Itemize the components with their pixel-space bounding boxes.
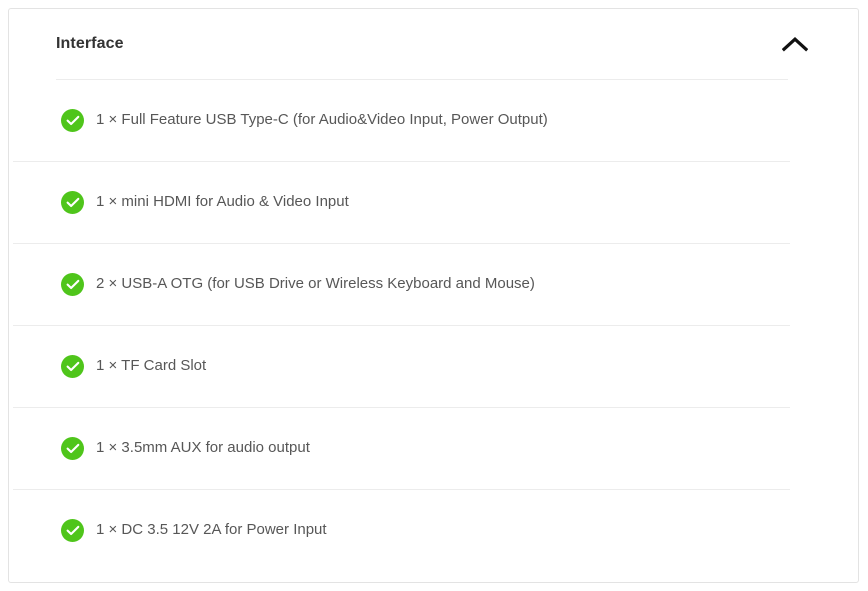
- list-item-label: 1 × DC 3.5 12V 2A for Power Input: [96, 521, 327, 539]
- list-item-label: 1 × mini HDMI for Audio & Video Input: [96, 193, 349, 211]
- list-item: 2 × USB-A OTG (for USB Drive or Wireless…: [9, 243, 858, 325]
- collapse-toggle-button[interactable]: [778, 27, 812, 61]
- interface-spec-list: 1 × Full Feature USB Type-C (for Audio&V…: [9, 79, 858, 571]
- panel-header[interactable]: Interface: [9, 9, 858, 79]
- list-item-label: 2 × USB-A OTG (for USB Drive or Wireless…: [96, 275, 535, 293]
- check-circle-icon: [61, 108, 84, 132]
- page-title: Interface: [56, 35, 124, 52]
- check-circle-icon: [61, 190, 84, 214]
- list-item: 1 × Full Feature USB Type-C (for Audio&V…: [9, 79, 858, 161]
- list-item-label: 1 × Full Feature USB Type-C (for Audio&V…: [96, 111, 548, 129]
- check-circle-icon: [61, 518, 84, 542]
- check-circle-icon: [61, 354, 84, 378]
- list-item: 1 × DC 3.5 12V 2A for Power Input: [9, 489, 858, 571]
- list-item: 1 × TF Card Slot: [9, 325, 858, 407]
- list-item-label: 1 × 3.5mm AUX for audio output: [96, 439, 310, 457]
- list-item-label: 1 × TF Card Slot: [96, 357, 207, 375]
- interface-spec-panel: Interface 1 × Full Feature USB Type-C (f…: [8, 8, 859, 583]
- check-circle-icon: [61, 272, 84, 296]
- check-circle-icon: [61, 436, 84, 460]
- chevron-up-icon: [782, 36, 808, 52]
- list-item: 1 × mini HDMI for Audio & Video Input: [9, 161, 858, 243]
- list-item: 1 × 3.5mm AUX for audio output: [9, 407, 858, 489]
